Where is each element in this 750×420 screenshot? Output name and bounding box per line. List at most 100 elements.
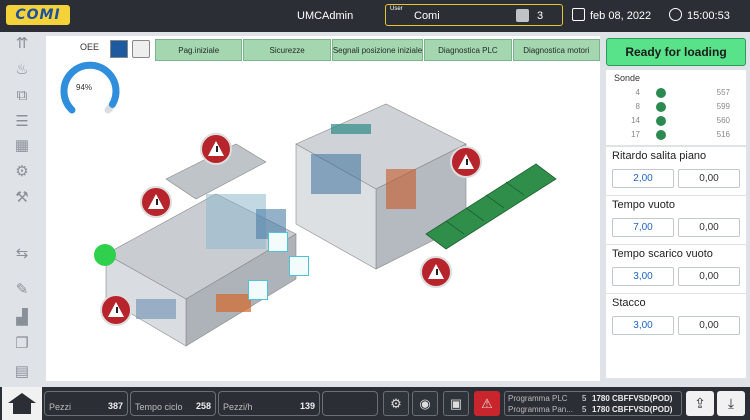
param-setpoint-input[interactable]: 2,00 [612,169,674,188]
sonde-value: 516 [716,130,730,139]
logo-text: COMI [15,7,61,23]
param-setpoint-input[interactable]: 3,00 [612,316,674,335]
documents-icon[interactable]: ❐ [12,334,32,354]
oee-label: OEE [80,42,100,52]
param-title: Ritardo salita piano [612,150,707,162]
user-value: Comi [414,10,440,22]
sonde-row: 8 599 [606,101,746,114]
sonde-row: 4 557 [606,87,746,100]
machine-status-button[interactable]: Ready for loading [606,38,746,66]
sonde-id: 17 [631,130,640,139]
tab-bar: Pag.iniziale Sicurezze Segnali posizione… [155,39,601,61]
alarm-warning-icon-2[interactable] [140,186,172,218]
alarm-warning-button[interactable]: ⚠ [474,391,500,416]
param-stacco: Stacco 3,00 0,00 [606,294,746,342]
cycle-time-counter: Tempo ciclo 258 [130,391,216,416]
conveyor-icon[interactable]: ⚙ [12,162,32,182]
download-icon[interactable]: ⤓ [717,391,745,416]
pieces-label: Pezzi [49,402,72,412]
plant-layout [105,103,557,347]
param-title: Tempo scarico vuoto [612,248,713,260]
alarm-warning-icon-4[interactable] [420,256,452,288]
sidebar: ⇈ ♨ ⧉ ☰ ▦ ⚙ ⚒ ⇆ ✎ ▟ ❐ ▤ [0,32,44,387]
settings-gear-icon[interactable]: ⚙ [383,391,409,416]
stats-chart-icon[interactable]: ▟ [12,308,32,328]
upload-icon[interactable]: ⇪ [686,391,714,416]
param-setpoint-input[interactable]: 7,00 [612,218,674,237]
calendar-icon [572,8,585,21]
program-plc-row: Programma PLC 5 1780 CBFFVSD(POD) [508,394,680,405]
touch-point-icon-3[interactable] [248,280,268,300]
tab-initial-position[interactable]: Segnali posizione iniziale [331,39,424,61]
param-ritardo-salita: Ritardo salita piano 2,00 0,00 [606,147,746,195]
program-panel-label: Programma Pan... [508,405,573,414]
cycle-time-label: Tempo ciclo [135,402,183,412]
time-display: 15:00:53 [687,10,730,22]
date-display: feb 08, 2022 [590,10,652,22]
current-user-name: UMCAdmin [297,10,354,22]
upload-arrows-icon[interactable]: ⇈ [12,34,32,54]
user-badge-icon [516,9,529,22]
sonde-value: 560 [716,116,730,125]
scroll-icon[interactable]: ▤ [12,362,32,382]
gauge-button[interactable] [132,40,150,58]
user-selector[interactable]: User Comi 3 [385,4,563,26]
status-ok-indicator [94,244,116,266]
touch-point-icon-2[interactable] [289,256,309,276]
home-icon [8,393,36,403]
swap-arrows-icon[interactable]: ⇆ [12,244,32,264]
sonde-title: Sonde [614,73,641,83]
touch-screen-icon[interactable]: ▣ [443,391,469,416]
top-bar: COMI UMCAdmin User Comi 3 feb 08, 2022 1… [0,0,750,32]
program-panel-number: 5 [582,405,587,414]
param-actual-value: 0,00 [678,218,740,237]
user-label: User [390,6,403,12]
camera-icon[interactable]: ◉ [412,391,438,416]
resize-icon[interactable]: ⧉ [12,86,32,106]
sonde-value: 557 [716,88,730,97]
sonde-value: 599 [716,102,730,111]
param-setpoint-input[interactable]: 3,00 [612,267,674,286]
alarm-warning-icon-3[interactable] [450,146,482,178]
program-panel-row: Programma Pan... 5 1780 CBFFVSD(POD) [508,405,680,416]
program-info: Programma PLC 5 1780 CBFFVSD(POD) Progra… [504,391,682,416]
right-panel: Ready for loading Sonde 4 557 8 599 14 5… [604,36,750,381]
param-tempo-vuoto: Tempo vuoto 7,00 0,00 [606,196,746,244]
param-tempo-scarico: Tempo scarico vuoto 3,00 0,00 [606,245,746,293]
alarm-warning-icon-1[interactable] [200,133,232,165]
empty-panel [606,341,746,378]
bottom-bar: Pezzi 387 Tempo ciclo 258 Pezzi/h 139 ⚙ … [0,387,750,420]
sonde-id: 4 [635,88,640,97]
pieces-value: 387 [107,401,123,411]
flame-icon[interactable]: ♨ [12,60,32,80]
info-button[interactable] [110,40,128,58]
tab-motor-diagnostics[interactable]: Diagnostica motori [512,39,601,61]
wrench-icon[interactable]: ✎ [12,280,32,300]
sonde-panel: Sonde 4 557 8 599 14 560 17 516 [606,70,746,145]
sonde-row: 17 516 [606,129,746,142]
clock-icon [669,8,682,21]
param-title: Tempo vuoto [612,199,675,211]
sonde-status-dot [656,102,666,112]
user-level: 3 [537,10,544,22]
robot-arm-icon[interactable]: ⚒ [12,188,32,208]
tab-home[interactable]: Pag.iniziale [155,39,243,61]
sonde-id: 8 [635,102,640,111]
boxes-icon[interactable]: ▦ [12,136,32,156]
sonde-row: 14 560 [606,115,746,128]
align-lines-icon[interactable]: ☰ [12,112,32,132]
home-button[interactable] [2,387,42,420]
empty-counter [322,391,378,416]
program-panel-code: 1780 CBFFVSD(POD) [592,405,673,414]
tab-safety[interactable]: Sicurezze [243,39,331,61]
alarm-warning-icon-5[interactable] [100,294,132,326]
cycle-time-value: 258 [195,401,211,411]
comi-logo: COMI [6,5,70,25]
program-plc-code: 1780 CBFFVSD(POD) [592,394,673,403]
param-title: Stacco [612,297,646,309]
pieces-per-hour-label: Pezzi/h [223,402,253,412]
sonde-status-dot [656,88,666,98]
pieces-counter: Pezzi 387 [44,391,128,416]
touch-point-icon-1[interactable] [268,232,288,252]
tab-plc-diagnostics[interactable]: Diagnostica PLC [424,39,512,61]
